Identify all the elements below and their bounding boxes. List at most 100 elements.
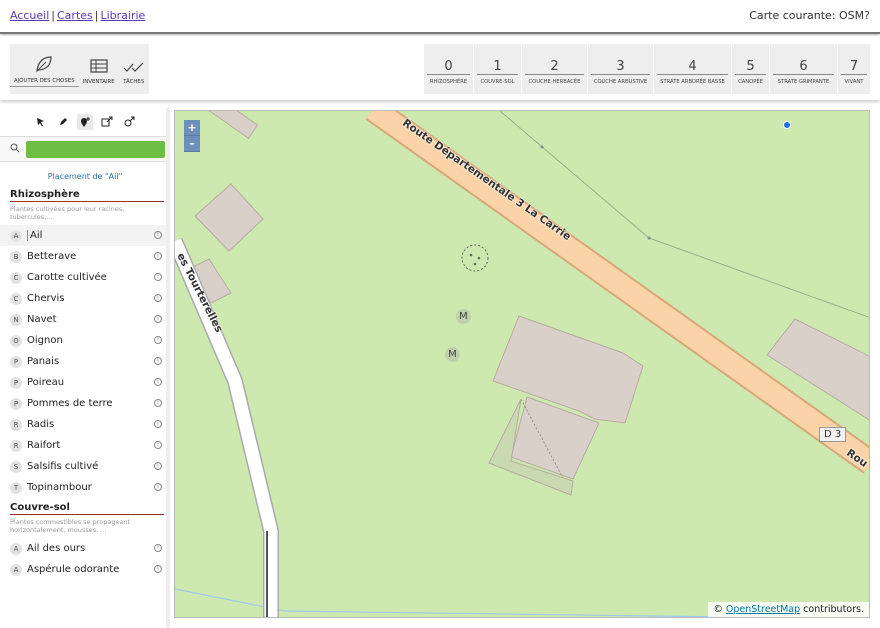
plant-item[interactable]: R Radis i [0, 414, 170, 435]
dot [469, 253, 473, 257]
info-icon[interactable]: i [154, 565, 162, 573]
info-icon[interactable]: i [154, 231, 162, 239]
plant-item[interactable]: N Navet i [0, 309, 170, 330]
map-attribution: © OpenStreetMap contributors. [708, 602, 869, 617]
plant-item[interactable]: A Ail i [0, 225, 170, 246]
plant-name: Salsifis cultivé [27, 461, 99, 472]
map-view[interactable]: Route Départementale 3 La Carrie es Tour… [174, 110, 870, 618]
plant-item[interactable]: P Pommes de terre i [0, 393, 170, 414]
top-navigation: Accueil | Cartes | Librairie Carte courante:… [0, 0, 880, 34]
plant-item[interactable]: A Aspérule odorante i [0, 559, 170, 580]
plant-item[interactable]: C Carotte cultivée i [0, 267, 170, 288]
separator: | [94, 9, 99, 22]
location-dot[interactable] [783, 121, 791, 129]
plant-item[interactable]: P Poireau i [0, 372, 170, 393]
section-description: Plantes commestibles se propageant horiz… [10, 518, 131, 534]
info-icon[interactable]: i [154, 399, 162, 407]
plant-item[interactable]: P Panais i [0, 351, 170, 372]
search-icon [10, 143, 20, 153]
section-title: Couvre-sol [10, 502, 164, 515]
sidebar-scrollbar[interactable] [166, 108, 170, 628]
place-tool[interactable] [77, 114, 93, 130]
tool-group: Ajouter des choses Inventaire Tâches [10, 44, 149, 94]
add-things-button[interactable]: Ajouter des choses [10, 44, 79, 87]
plant-letter-badge: A [10, 542, 22, 555]
info-icon[interactable]: i [154, 357, 162, 365]
stratum-tab-5[interactable]: 5 Canopée [732, 44, 770, 94]
plant-item[interactable]: C Chervis i [0, 288, 170, 309]
nav-link-cartes[interactable]: Cartes [57, 9, 93, 22]
info-icon[interactable]: i [154, 315, 162, 323]
section-description: Plantes cultivées pour leur racines, tub… [10, 205, 125, 221]
stratum-tab-1[interactable]: 1 Couvre-sol [474, 44, 522, 94]
nav-link-accueil[interactable]: Accueil [10, 9, 49, 22]
plant-name: Raifort [27, 440, 61, 451]
plant-item[interactable]: S Salsifis cultivé i [0, 456, 170, 477]
plant-item[interactable]: R Raifort i [0, 435, 170, 456]
info-icon[interactable]: i [154, 294, 162, 302]
plant-item[interactable]: A Ail des ours i [0, 538, 170, 559]
stratum-tab-7[interactable]: 7 Vivant [838, 44, 870, 94]
strata-tabs: 0 Rhizosphère 1 Couvre-sol 2 Couche herbacé… [424, 44, 870, 94]
info-icon[interactable]: i [154, 441, 162, 449]
info-icon[interactable]: i [154, 420, 162, 428]
info-icon[interactable]: i [154, 462, 162, 470]
tool-label: Ajouter des choses [14, 78, 75, 84]
info-icon[interactable]: i [154, 273, 162, 281]
plant-letter-badge: A [10, 563, 22, 576]
info-icon[interactable]: i [154, 378, 162, 386]
zoom-in-button[interactable]: + [184, 120, 200, 136]
map-marker[interactable]: M [456, 309, 471, 324]
info-icon[interactable]: i [154, 483, 162, 491]
plant-letter-badge: C [10, 271, 22, 284]
plant-item[interactable]: O Oignon i [0, 330, 170, 351]
stratum-label: Couche herbacée [528, 79, 581, 85]
track-line [585, 111, 649, 238]
stratum-label: Vivant [844, 79, 864, 85]
export-tool[interactable] [99, 114, 115, 130]
leaf-icon [36, 56, 52, 73]
plant-letter-badge: P [10, 355, 22, 368]
draw-tool[interactable] [55, 114, 71, 130]
info-icon[interactable]: i [154, 252, 162, 260]
stratum-tab-6[interactable]: 6 Strate grimpante [770, 44, 838, 94]
plant-letter-badge: O [10, 334, 22, 347]
current-map-label[interactable]: Carte courante: OSM? [749, 9, 870, 22]
plant-name: Poireau [27, 377, 65, 388]
dot [473, 262, 477, 266]
plant-letter-badge: R [10, 439, 22, 452]
plant-list-rhizosphere: A Ail i B Betterave i C Carotte cultivée i C Cherv… [0, 225, 170, 498]
openstreetmap-link[interactable]: OpenStreetMap [726, 604, 800, 615]
separator: | [51, 9, 55, 22]
plant-name: Panais [27, 356, 60, 367]
select-tool[interactable] [33, 114, 49, 130]
info-icon[interactable]: i [154, 544, 162, 552]
stratum-tab-0[interactable]: 0 Rhizosphère [424, 44, 474, 94]
map-marker[interactable]: M [445, 347, 460, 362]
plant-name: Oignon [27, 335, 63, 346]
cursor-icon [37, 118, 44, 127]
stratum-label: Strate grimpante [777, 79, 830, 85]
info-icon[interactable]: i [154, 336, 162, 344]
road-ref-shield: D 3 [819, 427, 847, 442]
placement-status: Placement de "Ail" [47, 172, 123, 181]
plant-name: Navet [27, 314, 57, 325]
search-input[interactable] [26, 141, 165, 158]
stratum-tab-2[interactable]: 2 Couche herbacée [522, 44, 588, 94]
placement-target [461, 244, 489, 272]
plant-sidebar: Placement de "Ail" Rhizosphère Plantes c… [0, 108, 170, 628]
zoom-control: + – [184, 120, 200, 152]
gender-tool[interactable] [121, 114, 137, 130]
attribution-suffix: contributors. [803, 604, 864, 615]
plant-item[interactable]: T Topinambour i [0, 477, 170, 498]
inventory-button[interactable]: Inventaire [79, 44, 119, 94]
stratum-tab-4[interactable]: 4 Strate arborée basse [654, 44, 732, 94]
plant-item[interactable]: B Betterave i [0, 246, 170, 267]
zoom-out-button[interactable]: – [184, 136, 200, 152]
nav-link-librairie[interactable]: Librairie [100, 9, 145, 22]
attribution-prefix: © [713, 604, 723, 615]
node [647, 236, 651, 240]
stratum-number: 2 [525, 60, 584, 75]
tasks-button[interactable]: Tâches [119, 44, 149, 94]
stratum-tab-3[interactable]: 3 Couche arbustive [588, 44, 654, 94]
